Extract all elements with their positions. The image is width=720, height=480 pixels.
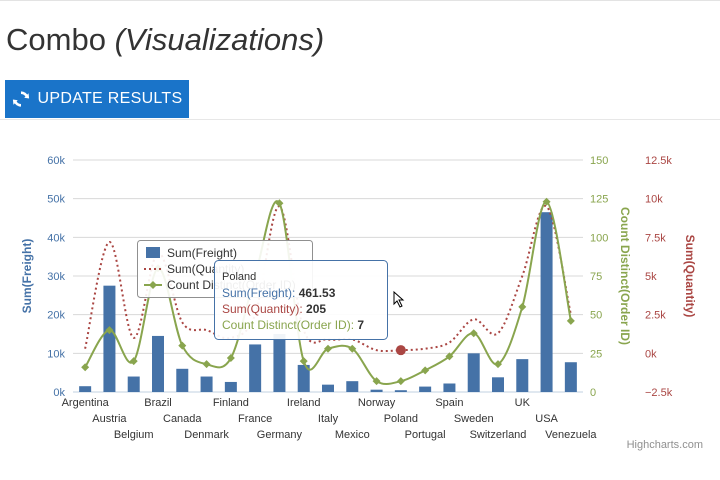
mouse-cursor-icon <box>393 290 405 308</box>
freight-bar <box>492 377 504 392</box>
freight-bar <box>103 285 116 392</box>
x-tick-label: Brazil <box>144 397 172 409</box>
freight-bar <box>322 384 334 392</box>
combo-chart: 0k 0 −2.5k10k 25 0k20k 50 2.5k30k 75 5k40k 100 7.5… <box>20 155 703 451</box>
x-tick-label: Portugal <box>405 429 446 441</box>
freight-bar <box>176 368 189 392</box>
x-axis-labels: Argentina Austria Belgium Brazil Canada Denma… <box>62 397 598 441</box>
x-tick-label: Norway <box>358 397 396 409</box>
legend-label: Sum(Freight) <box>167 246 237 260</box>
tooltip-header: Poland <box>222 271 256 283</box>
x-tick-label: Denmark <box>184 429 229 441</box>
x-tick-label: Spain <box>435 397 463 409</box>
x-tick-label: Italy <box>318 413 339 425</box>
right-inner-axis-title: Count Distinct(Order ID) <box>618 207 632 345</box>
freight-bar <box>540 212 553 392</box>
x-tick-label: Switzerland <box>470 429 527 441</box>
right-inner-tick-label: 125 <box>590 194 608 206</box>
x-tick-label: Germany <box>257 429 303 441</box>
tooltip-row-label: Count Distinct(Order ID): <box>222 318 357 332</box>
right-outer-tick-label: 5k <box>645 271 657 283</box>
count-point <box>129 357 138 366</box>
left-tick-label: 10k <box>47 348 65 360</box>
tooltip-row-value: 205 <box>306 302 326 316</box>
freight-bar <box>516 359 529 392</box>
freight-bar <box>249 344 262 392</box>
x-tick-label: France <box>238 413 272 425</box>
x-tick-label: Canada <box>163 413 202 425</box>
x-tick-label: USA <box>535 413 558 425</box>
x-tick-label: Belgium <box>114 429 154 441</box>
right-inner-tick-label: 100 <box>590 232 608 244</box>
left-tick-label: 50k <box>47 194 65 206</box>
left-tick-label: 20k <box>47 310 65 322</box>
x-tick-label: Venezuela <box>545 429 597 441</box>
legend-symbol-freight <box>146 247 160 258</box>
tooltip-row: Count Distinct(Order ID): 7 <box>222 318 364 332</box>
x-tick-label: Argentina <box>62 397 110 409</box>
left-tick-label: 60k <box>47 155 65 167</box>
x-tick-label: Poland <box>384 413 418 425</box>
freight-bar <box>127 376 140 392</box>
count-point <box>178 341 187 350</box>
right-outer-tick-label: 0k <box>645 348 657 360</box>
x-tick-label: Finland <box>213 397 249 409</box>
tooltip-row: Sum(Quantity): 205 <box>222 302 326 316</box>
freight-bar <box>370 389 383 392</box>
left-tick-label: 30k <box>47 271 65 283</box>
right-inner-tick-label: 0 <box>590 387 596 399</box>
count-point <box>299 357 308 366</box>
freight-bar <box>394 390 407 392</box>
count-point <box>396 377 405 386</box>
x-tick-label: Sweden <box>454 413 494 425</box>
count-point <box>566 316 575 325</box>
tooltip-row-value: 461.53 <box>299 286 336 300</box>
freight-bar <box>419 386 432 392</box>
x-tick-label: Ireland <box>287 397 321 409</box>
quantity-hover-point <box>395 345 406 356</box>
right-inner-tick-label: 50 <box>590 310 602 322</box>
count-point <box>202 360 211 369</box>
freight-bar <box>346 381 359 392</box>
count-point <box>421 366 430 375</box>
left-tick-label: 40k <box>47 232 65 244</box>
count-point <box>518 302 527 311</box>
right-outer-tick-label: 7.5k <box>645 232 666 244</box>
tooltip-row-label: Sum(Quantity): <box>222 302 306 316</box>
freight-bar <box>224 381 237 392</box>
x-tick-label: UK <box>515 397 531 409</box>
right-inner-tick-label: 75 <box>590 271 602 283</box>
freight-bar <box>564 362 577 392</box>
x-tick-label: Austria <box>92 413 127 425</box>
right-inner-tick-label: 25 <box>590 348 602 360</box>
right-outer-tick-label: 2.5k <box>645 310 666 322</box>
chart-credits: Highcharts.com <box>627 439 703 451</box>
freight-bar <box>443 383 456 392</box>
right-outer-tick-label: −2.5k <box>645 387 673 399</box>
x-tick-label: Mexico <box>335 429 370 441</box>
right-outer-axis-title: Sum(Quantity) <box>683 235 697 318</box>
right-outer-tick-label: 12.5k <box>645 155 672 167</box>
tooltip-row-value: 7 <box>357 318 364 332</box>
freight-bar <box>200 376 213 392</box>
right-outer-tick-label: 10k <box>645 194 663 206</box>
freight-bar <box>467 353 480 392</box>
tooltip: Poland Sum(Freight): 461.53 Sum(Quantity):… <box>214 260 405 340</box>
tooltip-row-label: Sum(Freight): <box>222 286 299 300</box>
freight-bar <box>152 335 164 392</box>
freight-bar <box>273 334 286 392</box>
count-point <box>81 363 90 372</box>
left-axis-title: Sum(Freight) <box>20 239 34 314</box>
right-inner-tick-label: 150 <box>590 155 608 167</box>
freight-bar <box>79 386 92 392</box>
tooltip-row: Sum(Freight): 461.53 <box>222 286 336 300</box>
